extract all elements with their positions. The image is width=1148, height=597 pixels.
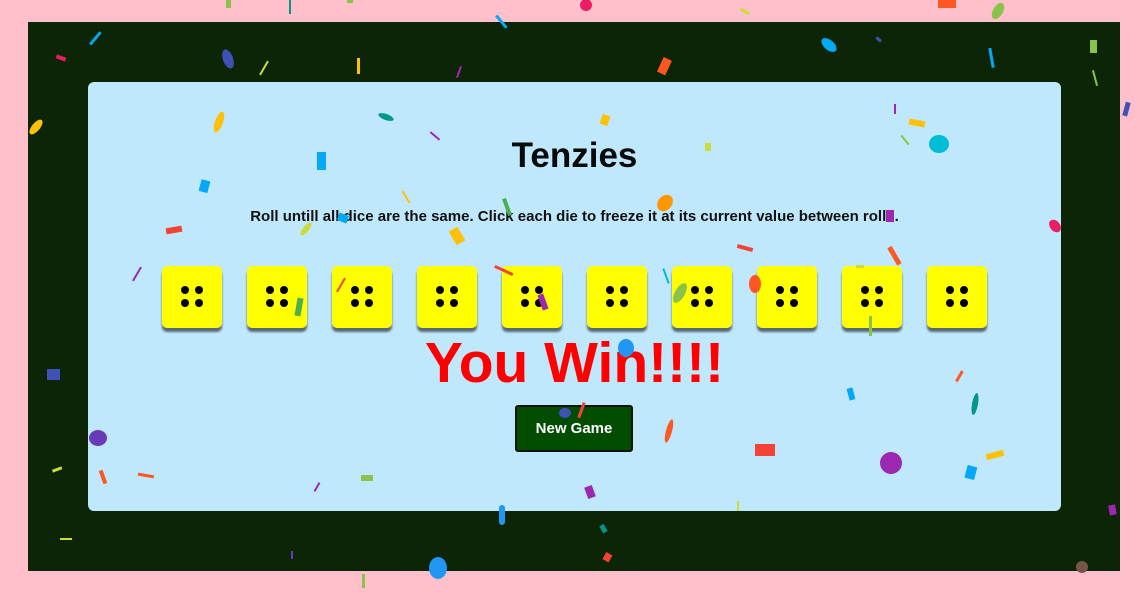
die-pip: [875, 286, 883, 294]
confetti-piece: [1122, 101, 1131, 117]
confetti-piece: [347, 0, 353, 3]
die-pip: [620, 286, 628, 294]
die-3[interactable]: [332, 266, 392, 328]
die-pip: [436, 299, 444, 307]
instructions-text: Roll untill all dice are the same. Click…: [250, 208, 899, 225]
confetti-piece: [991, 2, 1005, 20]
die-7[interactable]: [672, 266, 732, 328]
win-message: You Win!!!!: [424, 331, 725, 395]
die-pip: [365, 299, 373, 307]
die-pip: [266, 299, 274, 307]
die-pip: [705, 299, 713, 307]
die-pip: [450, 299, 458, 307]
die-9[interactable]: [842, 266, 902, 328]
confetti-piece: [739, 7, 750, 16]
die-pip: [691, 299, 699, 307]
new-game-button[interactable]: New Game: [515, 405, 633, 452]
die-pip: [606, 286, 614, 294]
die-pip: [606, 299, 614, 307]
die-2[interactable]: [247, 266, 307, 328]
confetti-piece: [938, 0, 956, 8]
page-title: Tenzies: [511, 136, 638, 175]
die-pip: [280, 286, 288, 294]
die-5[interactable]: [502, 266, 562, 328]
die-pip: [875, 299, 883, 307]
die-pip: [960, 286, 968, 294]
die-pip: [790, 299, 798, 307]
die-pip: [535, 299, 543, 307]
die-pip: [960, 299, 968, 307]
die-pip: [691, 286, 699, 294]
die-pip: [521, 286, 529, 294]
die-pip: [535, 286, 543, 294]
confetti-piece: [580, 0, 592, 11]
die-pip: [790, 286, 798, 294]
die-pip: [181, 299, 189, 307]
die-pip: [776, 299, 784, 307]
die-pip: [351, 299, 359, 307]
die-pip: [436, 286, 444, 294]
die-10[interactable]: [927, 266, 987, 328]
die-pip: [946, 299, 954, 307]
die-pip: [351, 286, 359, 294]
die-8[interactable]: [757, 266, 817, 328]
die-6[interactable]: [587, 266, 647, 328]
die-pip: [365, 286, 373, 294]
die-1[interactable]: [162, 266, 222, 328]
die-pip: [266, 286, 274, 294]
die-pip: [195, 286, 203, 294]
die-pip: [776, 286, 784, 294]
die-pip: [521, 299, 529, 307]
die-pip: [450, 286, 458, 294]
die-pip: [620, 299, 628, 307]
die-pip: [861, 286, 869, 294]
die-pip: [181, 286, 189, 294]
confetti-piece: [362, 574, 365, 588]
confetti-piece: [226, 0, 231, 8]
die-pip: [705, 286, 713, 294]
dice-row: [162, 266, 992, 330]
die-pip: [946, 286, 954, 294]
confetti-piece: [289, 0, 291, 14]
die-4[interactable]: [417, 266, 477, 328]
die-pip: [195, 299, 203, 307]
die-pip: [280, 299, 288, 307]
die-pip: [861, 299, 869, 307]
